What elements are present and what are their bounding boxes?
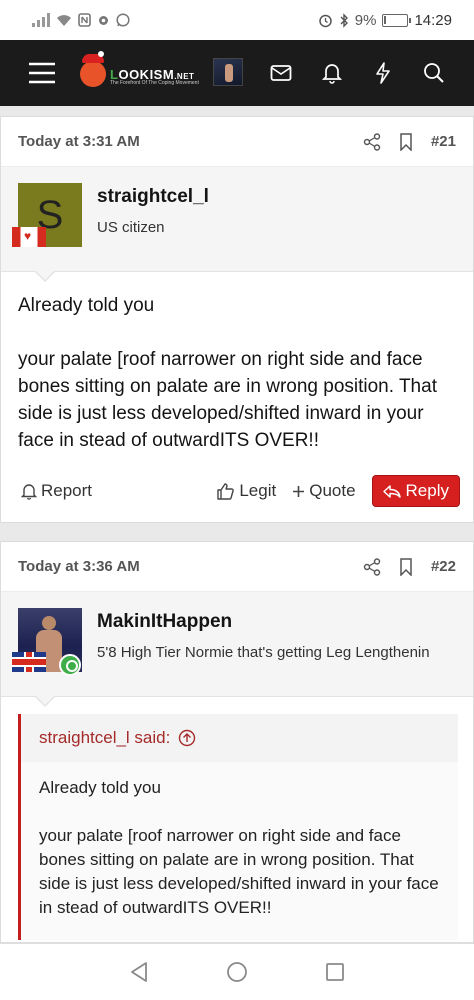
bookmark-icon[interactable] <box>399 557 413 576</box>
reply-label: Reply <box>405 481 449 500</box>
nfc-icon <box>78 13 91 27</box>
report-label: Report <box>41 481 93 500</box>
post-header: Today at 3:36 AM #22 <box>1 542 473 592</box>
post-card: Today at 3:36 AM #22 MakinItHappen 5'8 H… <box>0 541 474 943</box>
post-paragraph: Already told you <box>18 295 155 316</box>
bell-icon <box>322 64 342 84</box>
username[interactable]: MakinItHappen <box>97 611 232 633</box>
bell-icon <box>21 483 37 500</box>
status-bar: 9% 14:29 <box>0 0 474 40</box>
wifi-icon <box>57 14 71 26</box>
user-avatar[interactable] <box>213 58 243 86</box>
lightning-icon <box>376 62 390 84</box>
canada-flag-icon <box>12 227 46 247</box>
username[interactable]: straightcel_l <box>97 186 209 208</box>
share-icon[interactable] <box>363 557 381 576</box>
menu-button[interactable] <box>20 40 64 106</box>
arrow-up-circle-icon[interactable] <box>178 729 196 747</box>
whats-new-button[interactable] <box>361 40 405 106</box>
quote-body: Already told you your palate [roof narro… <box>21 762 458 940</box>
user-block: S straightcel_l US citizen <box>1 167 473 282</box>
share-icon[interactable] <box>363 132 381 151</box>
search-button[interactable] <box>412 40 456 106</box>
plus-icon <box>293 485 305 497</box>
status-left <box>32 13 130 27</box>
back-icon[interactable] <box>129 961 149 983</box>
quote-label: Quote <box>309 481 356 500</box>
post-body: Already told you your palate [roof narro… <box>1 272 473 454</box>
site-navbar: LOOKISM.NET The Forefront Of The Coping … <box>0 40 474 106</box>
home-icon[interactable] <box>226 961 248 983</box>
status-right: 9% 14:29 <box>318 12 452 29</box>
signal-icon <box>32 13 50 27</box>
post-header: Today at 3:31 AM #21 <box>1 117 473 167</box>
quote-paragraph: your palate [roof narrower on right side… <box>39 826 439 917</box>
post-date[interactable]: Today at 3:31 AM <box>18 133 363 150</box>
post-number[interactable]: #22 <box>431 558 456 575</box>
logo-mascot-icon <box>80 51 106 87</box>
message-pointer <box>34 695 56 707</box>
user-block: MakinItHappen 5'8 High Tier Normie that'… <box>1 592 473 707</box>
envelope-icon <box>270 65 292 81</box>
legit-button[interactable]: Legit <box>216 481 276 501</box>
system-navigation-bar <box>0 943 474 1000</box>
quote-author: straightcel_l said: <box>39 728 171 747</box>
search-icon <box>424 63 444 83</box>
hamburger-icon <box>29 62 55 84</box>
user-title: US citizen <box>97 219 165 236</box>
quote-paragraph: Already told you <box>39 778 161 797</box>
whatsapp-icon <box>116 13 130 27</box>
alarm-icon <box>319 14 332 27</box>
gear-icon <box>99 15 108 25</box>
uk-flag-icon <box>12 652 46 672</box>
post-header-actions: #21 <box>363 132 456 151</box>
post-number[interactable]: #21 <box>431 133 456 150</box>
site-logo[interactable]: LOOKISM.NET The Forefront Of The Coping … <box>80 51 199 94</box>
battery-icon <box>382 13 412 27</box>
reply-arrow-icon <box>382 484 401 498</box>
bookmark-icon[interactable] <box>399 132 413 151</box>
post-paragraph: your palate [roof narrower on right side… <box>18 349 437 451</box>
message-pointer <box>34 270 56 282</box>
user-title: 5'8 High Tier Normie that's getting Leg … <box>97 644 430 661</box>
reply-button[interactable]: Reply <box>371 475 460 507</box>
recents-icon[interactable] <box>325 962 345 982</box>
quote-header[interactable]: straightcel_l said: <box>21 714 458 762</box>
quote-button[interactable]: Quote <box>292 481 356 501</box>
battery-percent: 9% <box>354 11 377 29</box>
inbox-button[interactable] <box>259 40 303 106</box>
legit-label: Legit <box>239 481 277 500</box>
quote-block: straightcel_l said: Already told you you… <box>18 714 458 940</box>
thumbs-up-icon <box>217 482 235 500</box>
post-card: Today at 3:31 AM #21 S straightcel_l US … <box>0 116 474 523</box>
clock: 14:29 <box>414 11 452 29</box>
bluetooth-icon <box>340 12 348 28</box>
post-date[interactable]: Today at 3:36 AM <box>18 558 363 575</box>
post-header-actions: #22 <box>363 557 456 576</box>
online-status-icon <box>59 654 81 676</box>
logo-tagline: The Forefront Of The Coping Movement <box>110 80 199 86</box>
alerts-button[interactable] <box>310 40 354 106</box>
report-button[interactable]: Report <box>21 481 216 501</box>
post-footer: Report Legit Quote Reply <box>1 460 473 522</box>
